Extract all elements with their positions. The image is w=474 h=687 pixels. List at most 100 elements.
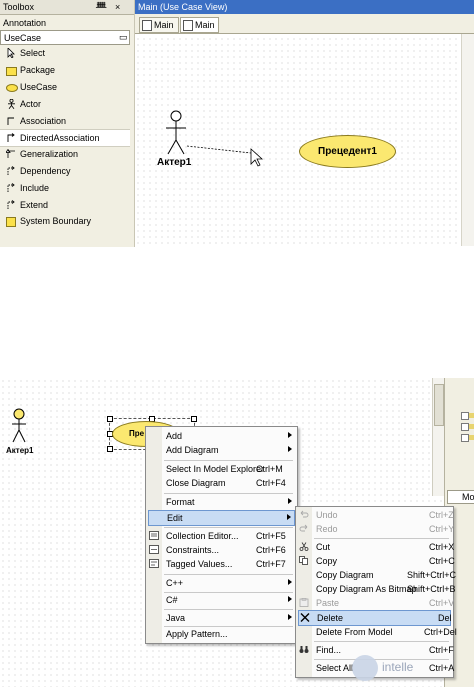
menu-item-shortcut: Ctrl+F7 <box>256 559 286 569</box>
resize-handle[interactable] <box>107 416 113 422</box>
menu-item-tagged-values[interactable]: Tagged Values... Ctrl+F7 <box>148 557 295 571</box>
menu-item-select-in-model-explorer[interactable]: Select In Model Explorer Ctrl+M <box>148 462 295 476</box>
menu-item-delete[interactable]: Delete Del <box>298 610 452 626</box>
tool-generalization[interactable]: Generalization <box>0 146 130 162</box>
tool-directed-association[interactable]: DirectedAssociation <box>0 129 130 147</box>
menu-item-csharp[interactable]: C# <box>148 593 295 607</box>
menu-separator <box>164 574 293 575</box>
submenu-arrow-icon <box>288 446 292 452</box>
menu-item-constraints[interactable]: Constraints... Ctrl+F6 <box>148 543 295 557</box>
undo-icon <box>300 510 309 518</box>
usecase-label: Прецедент1 <box>318 146 377 157</box>
actor-figure[interactable] <box>10 408 30 446</box>
menu-item-cut[interactable]: Cut Ctrl+X <box>298 540 455 554</box>
tab-main-1[interactable]: Main <box>139 17 179 33</box>
diagram-canvas-top[interactable]: Main (Use Case View) Main Main Актер1 Пр… <box>135 0 474 247</box>
menu-separator <box>164 460 293 461</box>
menu-item-delete-from-model[interactable]: Delete From Model Ctrl+Del <box>298 625 457 639</box>
diagram-canvas-bottom[interactable]: Mod Актер1 Пре Add Add Diagram Select In… <box>0 378 474 687</box>
menu-item-apply-pattern[interactable]: Apply Pattern... <box>148 627 295 641</box>
menu-item-redo[interactable]: Redo Ctrl+Y <box>298 522 454 536</box>
tree-expand-icon[interactable] <box>461 434 469 442</box>
menu-item-shortcut: Ctrl+F4 <box>256 478 286 488</box>
tool-usecase[interactable]: UseCase <box>0 79 130 95</box>
tool-actor[interactable]: Actor <box>0 96 130 112</box>
section-annotation[interactable]: Annotation <box>0 16 134 30</box>
tool-label: Association <box>20 116 67 126</box>
resize-handle[interactable] <box>107 446 113 452</box>
menu-item-java[interactable]: Java <box>148 611 295 625</box>
menu-item-label: Select All <box>316 663 354 673</box>
menu-item-shortcut: Ctrl+X <box>429 542 455 552</box>
menu-item-label: Copy <box>316 556 338 566</box>
folder-icon <box>469 413 474 418</box>
menu-item-add[interactable]: Add <box>148 429 295 443</box>
toolbox-panel: Toolbox ᚙ × Annotation UseCase ▭ Select … <box>0 0 135 247</box>
menu-item-label: Collection Editor... <box>166 531 239 541</box>
menu-item-label: Paste <box>316 598 340 608</box>
submenu-arrow-icon <box>288 432 292 438</box>
tool-label: Extend <box>20 200 49 210</box>
collapse-icon[interactable]: ▭ <box>119 32 128 43</box>
menu-item-label: Apply Pattern... <box>166 629 228 639</box>
menu-item-shortcut: Ctrl+M <box>256 464 283 474</box>
submenu-arrow-icon <box>288 596 292 602</box>
resize-handle[interactable] <box>191 416 197 422</box>
section-usecase[interactable]: UseCase ▭ <box>0 30 130 45</box>
vertical-scrollbar[interactable] <box>461 34 474 246</box>
menu-item-label: Cut <box>316 542 331 552</box>
menu-item-find[interactable]: Find... Ctrl+F <box>298 643 454 657</box>
menu-separator <box>164 527 293 528</box>
menu-item-label: Java <box>166 613 186 623</box>
menu-item-shortcut: Shift+Ctrl+C <box>407 570 457 580</box>
tool-system-boundary[interactable]: System Boundary <box>0 213 130 229</box>
mouse-cursor-icon <box>250 148 264 167</box>
menu-item-copy-diagram[interactable]: Copy Diagram Shift+Ctrl+C <box>298 568 456 582</box>
tree-expand-icon[interactable] <box>461 423 469 431</box>
tab-label: Main <box>195 20 215 30</box>
tool-dependency[interactable]: Dependency <box>0 163 130 179</box>
menu-item-copy-diagram-as-bitmap[interactable]: Copy Diagram As Bitmap Shift+Ctrl+B <box>298 582 456 596</box>
vertical-scrollbar[interactable] <box>432 378 444 496</box>
tool-include[interactable]: Include <box>0 180 130 196</box>
menu-item-paste[interactable]: Paste Ctrl+V <box>298 596 454 610</box>
tab-label: Main <box>154 20 174 30</box>
delete-x-icon <box>300 613 310 622</box>
menu-item-shortcut: Ctrl+F <box>429 645 454 655</box>
usecase-icon <box>6 84 18 92</box>
actor-icon <box>8 99 15 109</box>
tool-package[interactable]: Package <box>0 62 130 78</box>
close-icon[interactable]: × <box>115 2 120 12</box>
tool-extend[interactable]: Extend <box>0 197 130 213</box>
menu-item-collection-editor[interactable]: Collection Editor... Ctrl+F5 <box>148 529 295 543</box>
menu-separator <box>314 538 449 539</box>
tool-association[interactable]: Association <box>0 113 130 129</box>
menu-item-close-diagram[interactable]: Close Diagram Ctrl+F4 <box>148 476 295 490</box>
tab-main-2[interactable]: Main <box>180 17 219 33</box>
menu-item-shortcut: Ctrl+Z <box>429 510 454 520</box>
usecase-shape[interactable]: Прецедент1 <box>299 135 396 168</box>
menu-item-cpp[interactable]: C++ <box>148 576 295 590</box>
menu-item-add-diagram[interactable]: Add Diagram <box>148 443 295 457</box>
menu-item-edit[interactable]: Edit <box>148 510 295 526</box>
scroll-thumb[interactable] <box>434 384 444 426</box>
menu-item-undo[interactable]: Undo Ctrl+Z <box>298 508 454 522</box>
menu-item-format[interactable]: Format <box>148 495 295 509</box>
diagram-icon <box>142 20 152 31</box>
tree-expand-icon[interactable] <box>461 412 469 420</box>
diagram-tab-strip: Main Main <box>135 14 474 34</box>
tool-select[interactable]: Select <box>0 45 130 61</box>
pin-icon[interactable]: ᚙ <box>96 2 106 13</box>
extend-icon <box>7 200 15 209</box>
folder-icon <box>469 424 474 429</box>
tab-model[interactable]: Mod <box>447 490 474 504</box>
menu-item-shortcut: Del <box>438 613 452 623</box>
diagram-title: Main (Use Case View) <box>138 2 228 12</box>
section-annotation-label: Annotation <box>3 18 47 28</box>
directed-association-preview <box>186 145 264 167</box>
menu-item-label: Edit <box>167 513 183 523</box>
copy-icon <box>299 556 308 565</box>
menu-item-copy[interactable]: Copy Ctrl+C <box>298 554 455 568</box>
menu-separator <box>314 641 449 642</box>
menu-item-label: Delete From Model <box>316 627 393 637</box>
